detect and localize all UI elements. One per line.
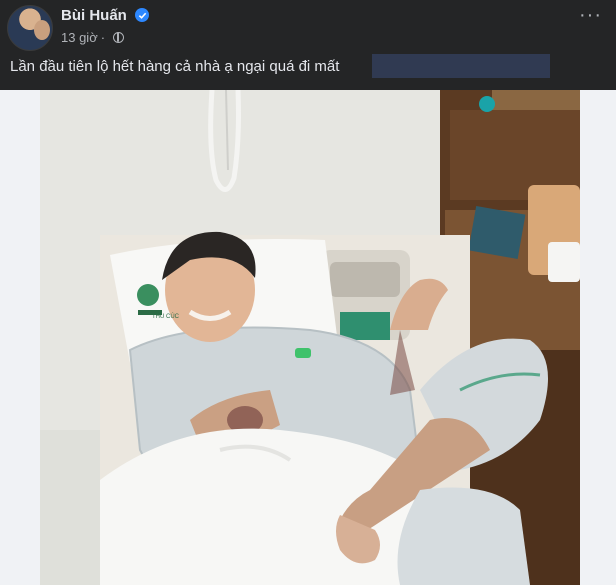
- post-header: Bùi Huấn 13 giờ · ··· Lần đầu tiên lộ hế…: [0, 0, 616, 90]
- globe-icon[interactable]: [113, 32, 125, 43]
- post-time[interactable]: 13 giờ: [61, 30, 98, 45]
- pillow-logo-text: THU CÚC: [152, 313, 180, 320]
- post-meta: 13 giờ ·: [61, 30, 125, 45]
- more-options-icon[interactable]: ···: [579, 5, 602, 25]
- post-text: Lần đầu tiên lộ hết hàng cả nhà ạ ngại q…: [10, 58, 340, 75]
- photo-container[interactable]: THU CÚC: [0, 90, 616, 585]
- post-photo[interactable]: THU CÚC: [40, 90, 580, 585]
- avatar[interactable]: [7, 5, 53, 51]
- verified-badge-icon: [135, 8, 149, 22]
- redacted-block: [372, 54, 550, 78]
- author-name[interactable]: Bùi Huấn: [61, 7, 127, 24]
